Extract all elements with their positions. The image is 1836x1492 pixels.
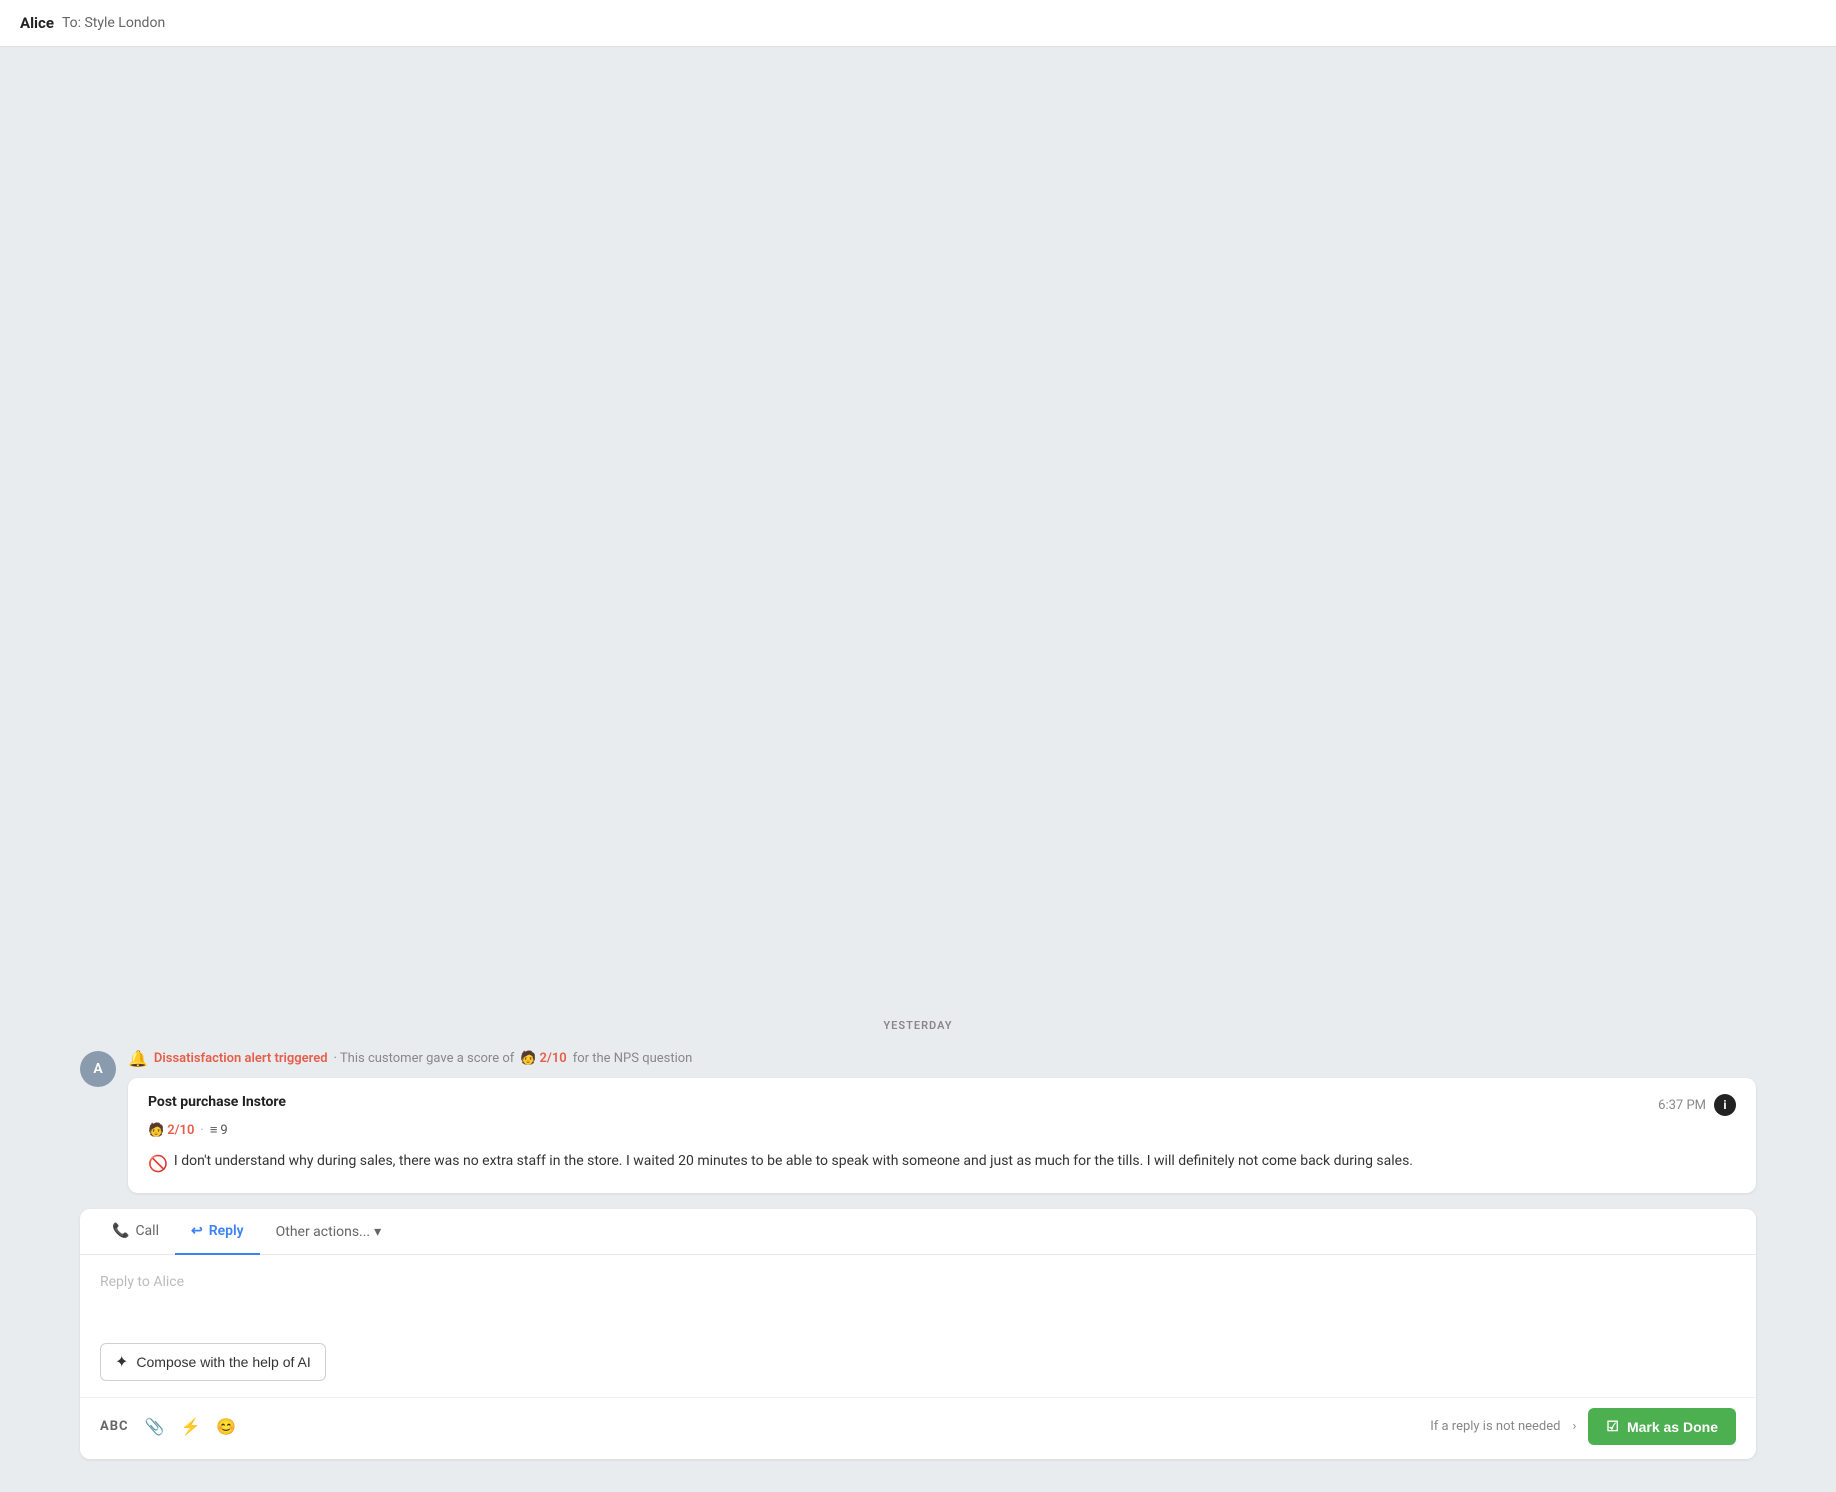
header-bar: Alice To: Style London [0,0,1836,47]
alert-line: 🔔 Dissatisfaction alert triggered · This… [128,1049,1756,1068]
alert-bold: Dissatisfaction alert triggered [154,1051,328,1066]
alert-end: for the NPS question [573,1051,693,1066]
reply-tabs: 📞 Call ↩ Reply Other actions... ▾ [80,1209,1756,1255]
chevron-down-icon: ▾ [374,1224,381,1240]
toolbar-abc[interactable]: ABC [100,1419,129,1434]
top-spacer [80,47,1756,994]
toolbar-right: If a reply is not needed › ☑ Mark as Don… [1430,1408,1736,1445]
not-needed-text: If a reply is not needed [1430,1419,1560,1434]
main-content: YESTERDAY A 🔔 Dissatisfaction alert trig… [0,47,1836,1489]
attachment-icon[interactable]: 📎 [145,1417,165,1436]
negative-icon: 🚫 [148,1151,168,1177]
card-time: 6:37 PM [1658,1098,1706,1113]
layers-score: ≡ 9 [210,1122,228,1138]
reply-input-area[interactable]: Reply to Alice [80,1255,1756,1335]
tab-other-actions[interactable]: Other actions... ▾ [260,1210,398,1254]
card-header: Post purchase Instore 6:37 PM i [148,1094,1736,1116]
mark-done-label: Mark as Done [1627,1419,1718,1435]
info-icon[interactable]: i [1714,1094,1736,1116]
alert-score: 🧑 2/10 [520,1051,566,1066]
call-icon: 📞 [112,1223,129,1239]
other-actions-label: Other actions... [276,1224,371,1240]
lightning-icon[interactable]: ⚡ [180,1417,200,1436]
tab-reply[interactable]: ↩ Reply [175,1209,260,1255]
person-icon: 🧑 [148,1123,164,1138]
layers-icon: ≡ [210,1122,218,1138]
not-needed-arrow: › [1572,1419,1576,1434]
sender-name: Alice [20,14,54,32]
ai-compose-label: Compose with the help of AI [136,1354,310,1370]
reply-placeholder: Reply to Alice [100,1274,184,1290]
checkmark-icon: ☑ [1606,1418,1619,1435]
card-scores: 🧑 2/10 · ≡ 9 [148,1122,1736,1138]
reply-icon: ↩ [191,1223,203,1239]
message-row: A 🔔 Dissatisfaction alert triggered · Th… [80,1049,1756,1193]
bell-icon: 🔔 [128,1049,148,1068]
ai-icon: ✦ [115,1352,128,1372]
card-body: 🚫 I don't understand why during sales, t… [148,1150,1736,1177]
toolbar-left: ABC 📎 ⚡ 😊 [100,1417,236,1436]
emoji-icon[interactable]: 😊 [216,1417,236,1436]
header-to: To: Style London [62,15,165,31]
card-meta-right: 6:37 PM i [1658,1094,1736,1116]
mark-as-done-button[interactable]: ☑ Mark as Done [1588,1408,1736,1445]
person-icon-sm: 🧑 [520,1051,536,1066]
nps-score: 🧑 2/10 [148,1123,194,1138]
tab-reply-label: Reply [209,1223,244,1239]
reply-panel: 📞 Call ↩ Reply Other actions... ▾ Reply … [80,1209,1756,1459]
reply-toolbar: ABC 📎 ⚡ 😊 If a reply is not needed › ☑ M… [80,1397,1756,1459]
alert-mid: · This customer gave a score of [334,1051,515,1066]
avatar: A [80,1051,116,1087]
message-card: Post purchase Instore 6:37 PM i 🧑 2/10 ·… [128,1078,1756,1193]
tab-call[interactable]: 📞 Call [96,1209,175,1255]
date-divider: YESTERDAY [80,1014,1756,1033]
card-title: Post purchase Instore [148,1094,286,1110]
message-content-area: 🔔 Dissatisfaction alert triggered · This… [128,1049,1756,1193]
ai-compose-button[interactable]: ✦ Compose with the help of AI [100,1343,326,1381]
tab-call-label: Call [135,1223,159,1239]
